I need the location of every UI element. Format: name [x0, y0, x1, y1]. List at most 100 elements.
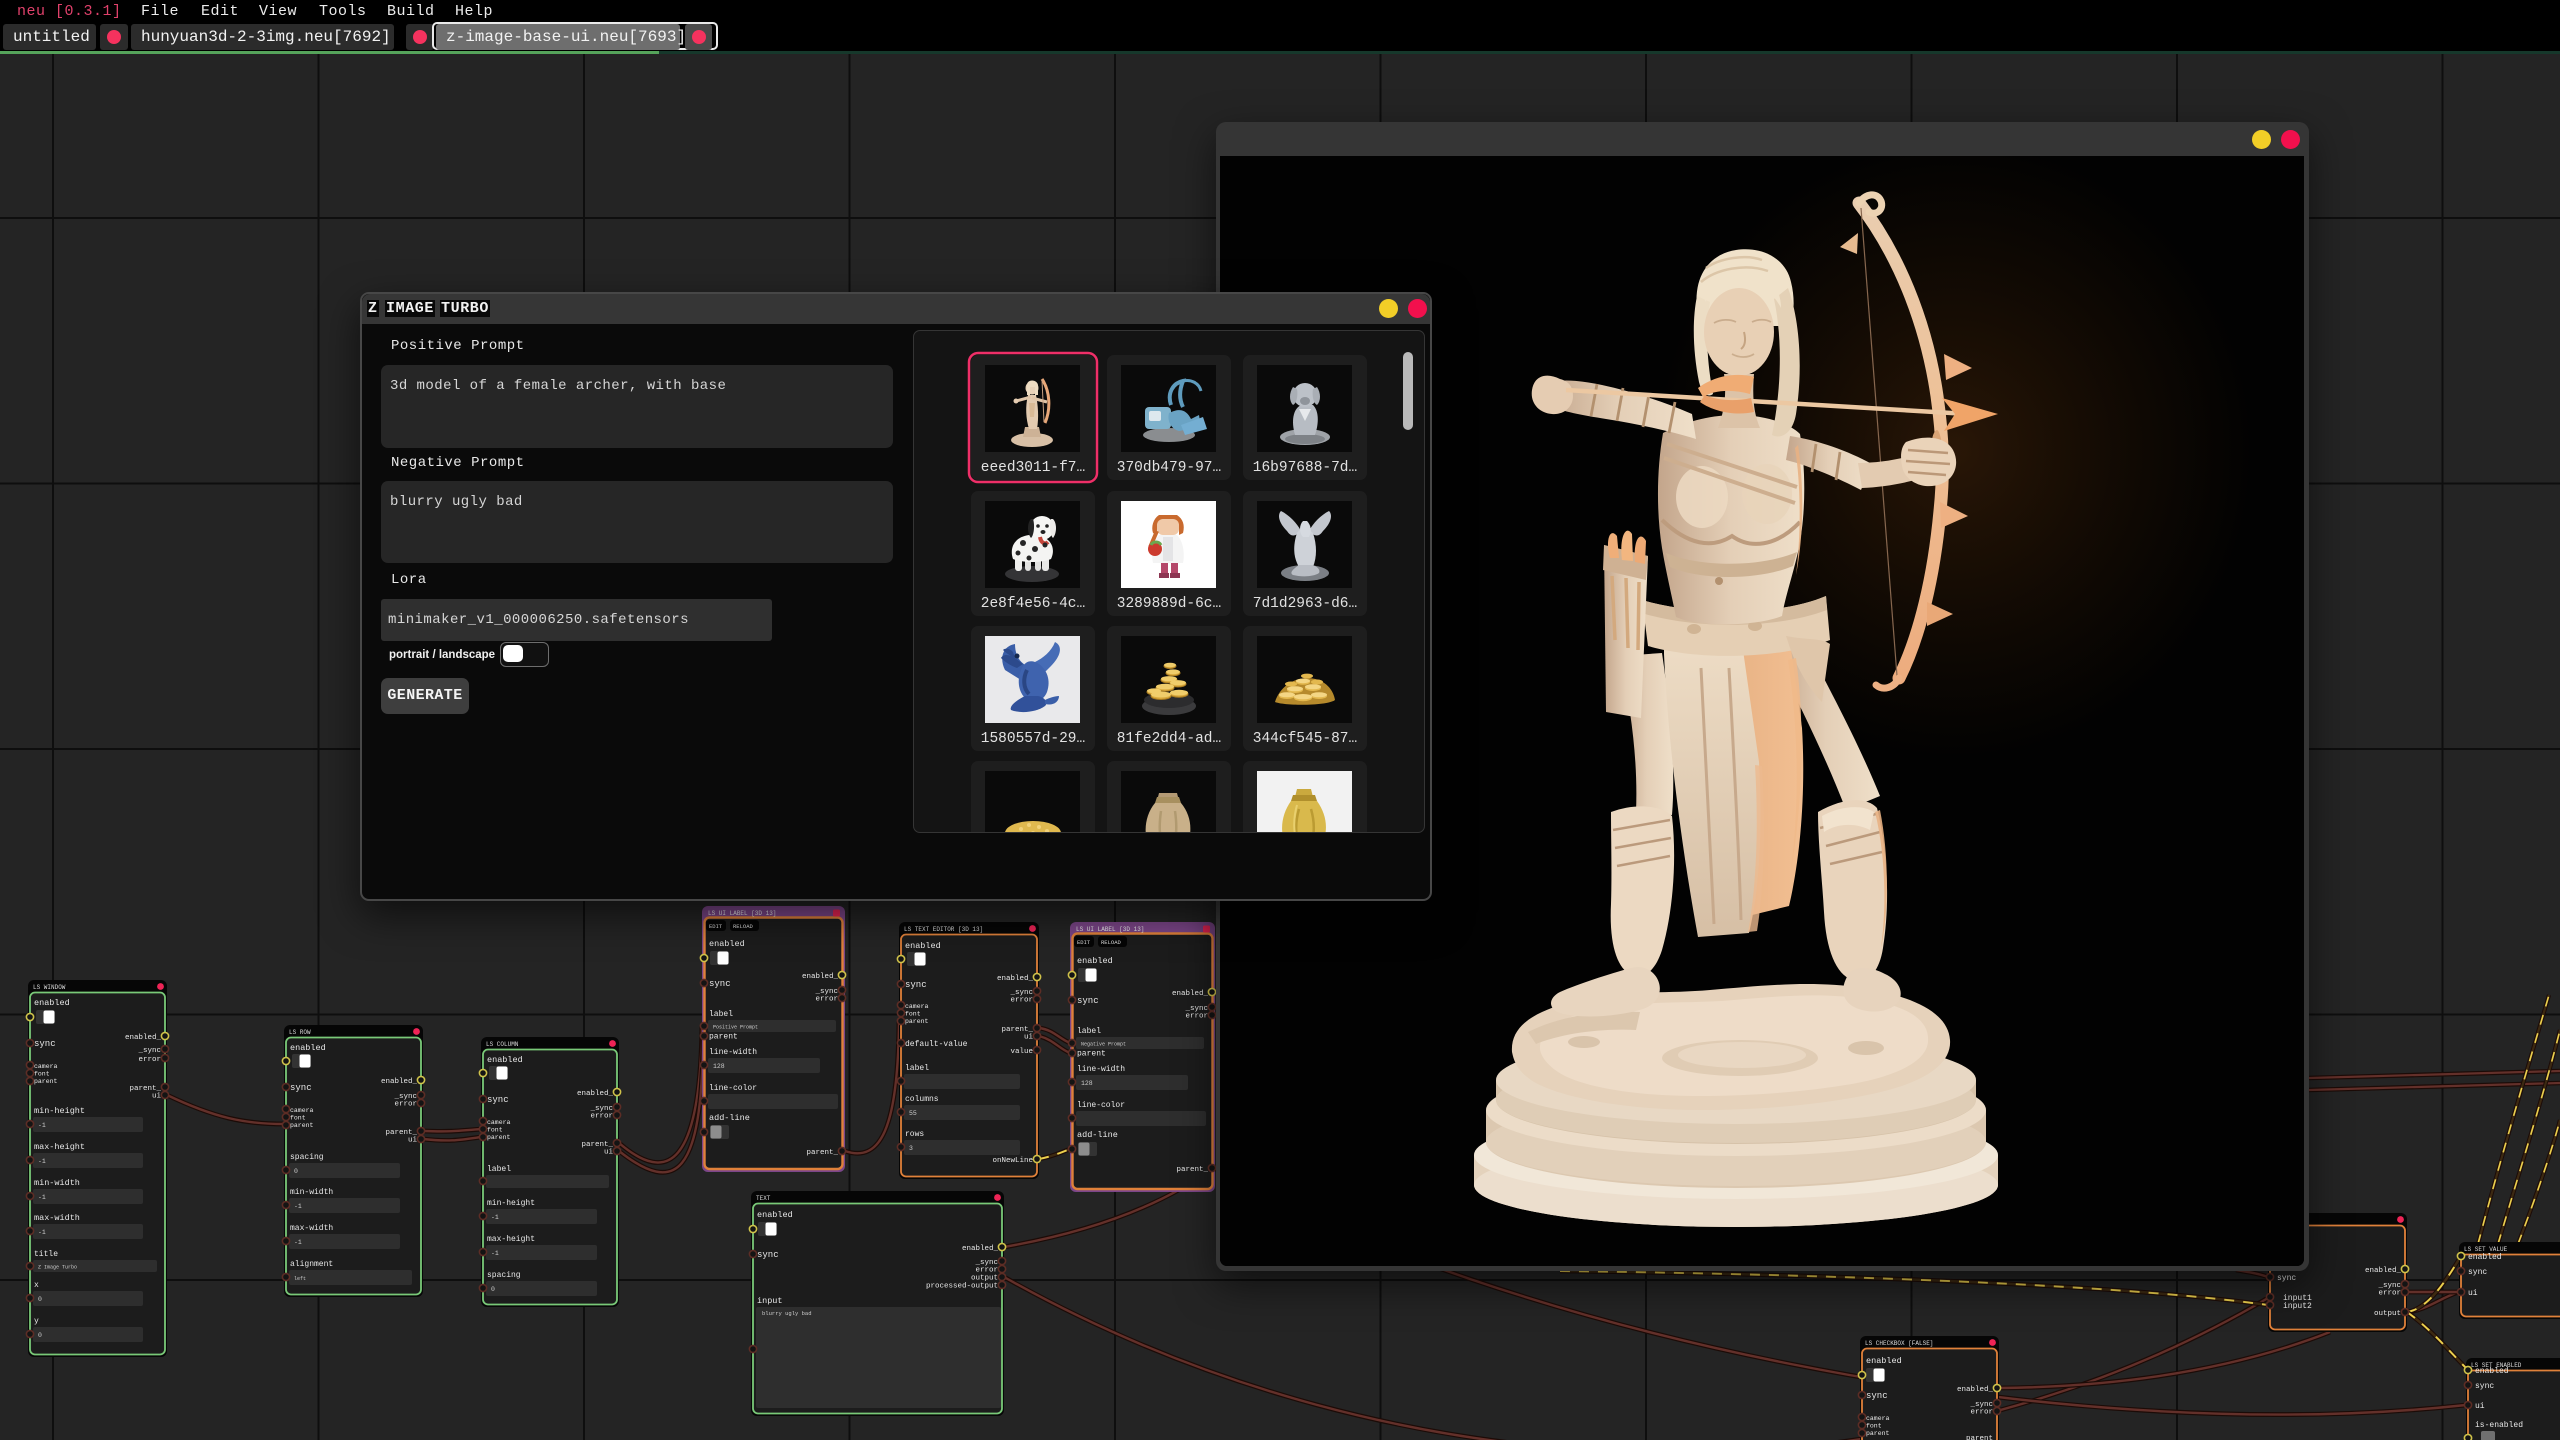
svg-text:RELOAD: RELOAD — [733, 923, 754, 930]
svg-text:camera: camera — [34, 1063, 58, 1070]
svg-text:enabled: enabled — [1866, 1356, 1902, 1366]
svg-text:parent: parent — [709, 1033, 738, 1042]
svg-text:TEXT: TEXT — [756, 1195, 771, 1202]
svg-text:-1: -1 — [294, 1239, 302, 1246]
svg-text:error: error — [1970, 1409, 1993, 1417]
svg-text:sync: sync — [487, 1095, 509, 1105]
svg-text:onNewLine: onNewLine — [992, 1157, 1033, 1165]
svg-text:7d1d2963-d6…: 7d1d2963-d6… — [1253, 596, 1357, 612]
svg-text:title: title — [34, 1250, 58, 1259]
svg-text:error: error — [1010, 997, 1033, 1005]
svg-text:min-height: min-height — [487, 1199, 535, 1208]
svg-text:font: font — [487, 1127, 503, 1134]
svg-text:line-color: line-color — [709, 1084, 757, 1093]
svg-text:sync: sync — [709, 979, 731, 989]
svg-text:-1: -1 — [38, 1229, 46, 1236]
svg-text:LS COLUMN: LS COLUMN — [486, 1041, 519, 1048]
svg-text:min-width: min-width — [290, 1188, 333, 1197]
svg-text:enabled_: enabled_ — [577, 1090, 614, 1098]
svg-text:3289889d-6c…: 3289889d-6c… — [1117, 596, 1221, 612]
svg-text:add-line: add-line — [1077, 1130, 1118, 1140]
svg-text:-1: -1 — [491, 1250, 499, 1257]
svg-text:2e8f4e56-4c…: 2e8f4e56-4c… — [981, 596, 1085, 612]
svg-text:parent: parent — [487, 1134, 511, 1141]
svg-text:label: label — [1077, 1027, 1101, 1036]
svg-text:enabled_: enabled_ — [125, 1034, 162, 1042]
svg-text:enabled: enabled — [34, 998, 70, 1008]
svg-text:is-enabled: is-enabled — [2475, 1421, 2523, 1430]
svg-text:x: x — [34, 1281, 39, 1290]
svg-text:enabled: enabled — [757, 1210, 793, 1220]
svg-text:55: 55 — [909, 1110, 917, 1117]
svg-text:output: output — [2374, 1310, 2401, 1318]
svg-text:parent: parent — [1077, 1050, 1106, 1059]
svg-text:Negative Prompt: Negative Prompt — [1081, 1042, 1126, 1048]
svg-text:sync: sync — [905, 980, 927, 990]
svg-text:camera: camera — [1866, 1415, 1890, 1422]
svg-text:LS SET VALUE: LS SET VALUE — [2464, 1246, 2508, 1253]
svg-text:ui: ui — [2468, 1289, 2478, 1298]
svg-text:enabled: enabled — [2475, 1367, 2509, 1376]
svg-text:ui: ui — [604, 1149, 614, 1157]
svg-text:enabled: enabled — [2468, 1253, 2502, 1262]
svg-text:16b97688-7d…: 16b97688-7d… — [1253, 460, 1357, 476]
svg-text:81fe2dd4-ad…: 81fe2dd4-ad… — [1117, 731, 1221, 747]
svg-text:enabled_: enabled_ — [381, 1078, 418, 1086]
svg-text:error: error — [815, 996, 838, 1004]
svg-text:sync: sync — [2475, 1382, 2494, 1391]
svg-text:enabled_: enabled_ — [2365, 1267, 2402, 1275]
svg-text:min-width: min-width — [34, 1178, 80, 1188]
svg-text:label: label — [709, 1010, 733, 1019]
svg-text:label: label — [487, 1165, 511, 1174]
svg-text:LS TEXT EDITOR [3D 13]: LS TEXT EDITOR [3D 13] — [904, 926, 983, 933]
svg-text:LS UI LABEL [3D 13]: LS UI LABEL [3D 13] — [708, 910, 776, 917]
svg-text:Z Image Turbo: Z Image Turbo — [38, 1265, 77, 1271]
svg-text:parent: parent — [1866, 1430, 1890, 1437]
svg-text:enabled_: enabled_ — [997, 975, 1034, 983]
svg-text:input2: input2 — [2283, 1302, 2312, 1311]
svg-text:-1: -1 — [38, 1158, 46, 1165]
svg-text:error: error — [590, 1113, 613, 1121]
svg-text:spacing: spacing — [290, 1153, 324, 1162]
svg-text:parent: parent — [1966, 1435, 1993, 1440]
svg-text:LS CHECKBOX [FALSE]: LS CHECKBOX [FALSE] — [1865, 1340, 1933, 1347]
svg-text:370db479-97…: 370db479-97… — [1117, 460, 1221, 476]
svg-text:344cf545-87…: 344cf545-87… — [1253, 731, 1357, 747]
svg-text:camera: camera — [905, 1003, 929, 1010]
svg-text:LS WINDOW: LS WINDOW — [33, 984, 66, 991]
svg-text:sync: sync — [1866, 1391, 1888, 1401]
svg-text:enabled_: enabled_ — [1957, 1386, 1994, 1394]
svg-text:128: 128 — [713, 1063, 725, 1070]
svg-text:input: input — [757, 1296, 783, 1306]
svg-text:sync: sync — [1077, 996, 1099, 1006]
svg-text:0: 0 — [38, 1296, 42, 1303]
svg-text:EDIT: EDIT — [709, 923, 723, 930]
svg-text:max-width: max-width — [34, 1213, 80, 1223]
svg-text:-1: -1 — [294, 1203, 302, 1210]
svg-text:spacing: spacing — [487, 1271, 521, 1280]
svg-text:error: error — [2378, 1290, 2401, 1298]
svg-text:sync: sync — [2277, 1274, 2296, 1283]
svg-text:line-width: line-width — [1077, 1065, 1125, 1074]
svg-text:font: font — [1866, 1423, 1882, 1430]
svg-text:parent: parent — [34, 1078, 58, 1085]
svg-text:-1: -1 — [38, 1122, 46, 1129]
svg-text:min-height: min-height — [34, 1106, 85, 1116]
svg-text:alignment: alignment — [290, 1260, 333, 1269]
svg-text:y: y — [34, 1317, 39, 1326]
svg-text:error: error — [138, 1056, 161, 1064]
svg-text:0: 0 — [38, 1332, 42, 1339]
svg-text:left: left — [294, 1276, 306, 1282]
svg-text:enabled: enabled — [1077, 956, 1113, 966]
svg-text:value: value — [1010, 1048, 1033, 1056]
svg-text:output: output — [971, 1275, 998, 1283]
svg-text:parent: parent — [290, 1122, 314, 1129]
svg-text:font: font — [290, 1115, 306, 1122]
svg-text:default-value: default-value — [905, 1040, 968, 1049]
svg-text:parent: parent — [905, 1018, 929, 1025]
svg-text:eeed3011-f7…: eeed3011-f7… — [981, 460, 1085, 476]
svg-text:sync: sync — [2468, 1268, 2487, 1277]
svg-text:line-color: line-color — [1077, 1101, 1125, 1110]
svg-text:0: 0 — [491, 1286, 495, 1293]
svg-text:3: 3 — [909, 1145, 913, 1152]
